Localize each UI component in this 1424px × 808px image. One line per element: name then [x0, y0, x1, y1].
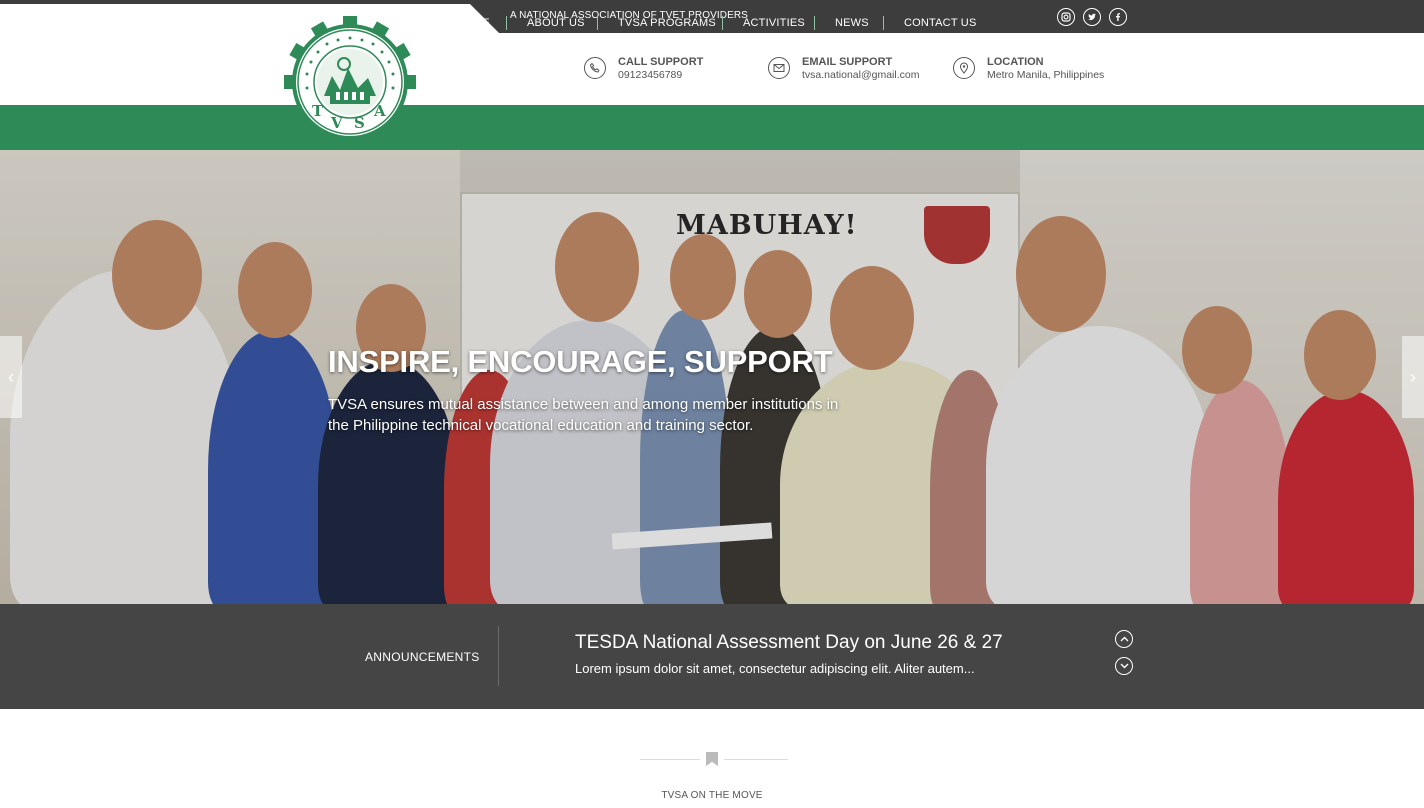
nav-about-us[interactable]: ABOUT US [527, 0, 585, 45]
location-value: Metro Manila, Philippines [987, 69, 1105, 81]
announcement-divider [498, 626, 499, 686]
nav-home[interactable]: HOME [456, 0, 490, 45]
top-bar-logo-cutout [0, 4, 500, 34]
slider-next-button[interactable]: › [1402, 336, 1424, 418]
nav-activities[interactable]: ACTIVITIES [743, 0, 805, 45]
hero-subtitle: TVSA ensures mutual assistance between a… [328, 396, 839, 434]
slider-prev-button[interactable]: ‹ [0, 336, 22, 418]
section-title: TVSA ON THE MOVE [661, 790, 763, 801]
announcement-up-button[interactable] [1115, 630, 1133, 648]
chevron-left-icon: ‹ [8, 366, 14, 387]
nav-separator [883, 16, 884, 30]
announcement-down-button[interactable] [1115, 657, 1133, 675]
nav-tvsa-programs[interactable]: TVSA PROGRAMS [618, 0, 716, 45]
facebook-icon[interactable] [1109, 8, 1127, 26]
ribbon-icon [706, 752, 718, 766]
call-support-value: 09123456789 [618, 69, 683, 81]
nav-contact-us[interactable]: CONTACT US [904, 0, 977, 45]
chevron-down-icon [1120, 663, 1128, 669]
call-support[interactable]: CALL SUPPORT 09123456789 [584, 56, 703, 82]
announcement-label: ANNOUNCEMENTS [365, 650, 480, 664]
section-divider-left [640, 759, 700, 760]
tvsa-logo[interactable]: T V S A [284, 16, 416, 148]
email-support-value: tvsa.national@gmail.com [802, 69, 920, 81]
announcement-bar: ANNOUNCEMENTS TESDA National Assessment … [0, 604, 1424, 709]
hero-title: INSPIRE, ENCOURAGE, SUPPORT [328, 344, 833, 379]
nav-separator [506, 16, 507, 30]
nav-separator [722, 16, 723, 30]
chevron-right-icon: › [1410, 366, 1416, 387]
announcement-text: Lorem ipsum dolor sit amet, consectetur … [575, 661, 975, 676]
main-nav [0, 105, 1424, 150]
map-pin-icon [953, 57, 975, 79]
svg-text:S: S [354, 114, 365, 132]
envelope-icon [768, 57, 790, 79]
svg-text:V: V [330, 114, 343, 132]
email-support[interactable]: EMAIL SUPPORT tvsa.national@gmail.com [768, 56, 919, 82]
email-support-label: EMAIL SUPPORT [802, 56, 893, 68]
call-support-label: CALL SUPPORT [618, 56, 704, 68]
phone-icon [584, 57, 606, 79]
nav-news[interactable]: NEWS [835, 0, 869, 45]
nav-separator [814, 16, 815, 30]
instagram-icon[interactable] [1057, 8, 1075, 26]
location[interactable]: LOCATION Metro Manila, Philippines [953, 56, 1104, 82]
nav-separator [597, 16, 598, 30]
svg-text:T: T [312, 102, 324, 120]
svg-text:A: A [373, 102, 386, 120]
section-divider-right [724, 759, 788, 760]
announcement-title[interactable]: TESDA National Assessment Day on June 26… [575, 632, 1003, 654]
twitter-icon[interactable] [1083, 8, 1101, 26]
location-label: LOCATION [987, 56, 1044, 68]
chevron-up-icon [1120, 636, 1128, 642]
